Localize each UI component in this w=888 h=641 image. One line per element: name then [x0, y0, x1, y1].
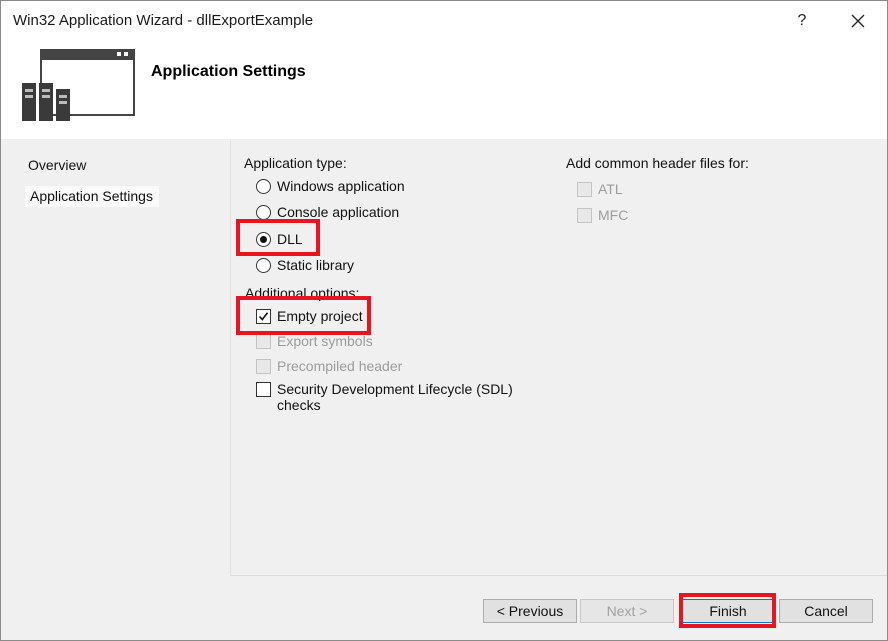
window-title: Win32 Application Wizard - dllExportExam…	[13, 12, 314, 29]
wizard-application-icon	[22, 49, 135, 121]
help-button[interactable]: ?	[788, 5, 816, 37]
cancel-button[interactable]: Cancel	[779, 599, 873, 623]
radio-button[interactable]	[256, 178, 271, 194]
wizard-nav: Overview Application Settings	[1, 139, 227, 640]
checkbox-empty-project[interactable]: Empty project	[256, 306, 363, 326]
checkbox-disabled	[256, 358, 271, 374]
sdl-label-line1: Security Development Lifecycle (SDL)	[277, 381, 513, 397]
checkmark-icon	[258, 311, 269, 321]
wizard-header: Application Settings	[1, 41, 887, 139]
radio-windows-application[interactable]: Windows application	[256, 176, 405, 196]
radio-button-selected[interactable]	[256, 231, 271, 247]
checkbox-label: Precompiled header	[277, 358, 403, 374]
checkbox-mfc: MFC	[577, 205, 628, 225]
checkbox-label: MFC	[598, 207, 629, 223]
checkbox-atl: ATL	[577, 179, 623, 199]
radio-label: Static library	[277, 257, 355, 273]
radio-button[interactable]	[256, 204, 271, 220]
nav-item-overview[interactable]: Overview	[28, 157, 86, 173]
previous-button[interactable]: < Previous	[483, 599, 577, 623]
radio-static-library[interactable]: Static library	[256, 255, 354, 275]
settings-panel: Application type: Windows application Co…	[230, 139, 887, 575]
nav-item-application-settings[interactable]: Application Settings	[25, 186, 159, 207]
radio-selected-dot-icon	[260, 235, 267, 243]
checkbox-label: Export symbols	[277, 333, 373, 349]
checkbox-export-symbols: Export symbols	[256, 331, 373, 351]
radio-button[interactable]	[256, 257, 271, 273]
next-button: Next >	[580, 599, 674, 623]
checkbox[interactable]	[256, 308, 271, 324]
sdl-label-line2: checks	[277, 397, 321, 413]
wizard-content: Overview Application Settings Applicatio…	[1, 139, 887, 640]
close-icon	[851, 14, 865, 28]
checkbox-label: Security Development Lifecycle (SDL) che…	[277, 381, 513, 413]
close-button[interactable]	[841, 5, 875, 37]
common-header-files-heading: Add common header files for:	[566, 155, 749, 171]
radio-label: Console application	[277, 204, 400, 220]
radio-console-application[interactable]: Console application	[256, 202, 399, 222]
radio-label: Windows application	[277, 178, 405, 194]
checkbox-disabled	[577, 181, 592, 197]
wizard-window: Win32 Application Wizard - dllExportExam…	[0, 0, 888, 641]
checkbox-disabled	[577, 207, 592, 223]
radio-label: DLL	[277, 231, 303, 247]
button-bar: < Previous Next > Finish Cancel	[230, 575, 887, 640]
radio-dll[interactable]: DLL	[256, 229, 303, 249]
checkbox-disabled	[256, 333, 271, 349]
checkbox[interactable]	[256, 382, 271, 397]
page-title: Application Settings	[151, 63, 306, 80]
title-bar: Win32 Application Wizard - dllExportExam…	[1, 1, 887, 41]
checkbox-sdl-checks[interactable]: Security Development Lifecycle (SDL) che…	[256, 381, 513, 417]
checkbox-label: ATL	[598, 181, 623, 197]
checkbox-precompiled-header: Precompiled header	[256, 356, 402, 376]
finish-button[interactable]: Finish	[681, 599, 775, 623]
checkbox-label: Empty project	[277, 308, 363, 324]
application-type-heading: Application type:	[244, 155, 347, 171]
additional-options-heading: Additional options:	[245, 285, 360, 301]
